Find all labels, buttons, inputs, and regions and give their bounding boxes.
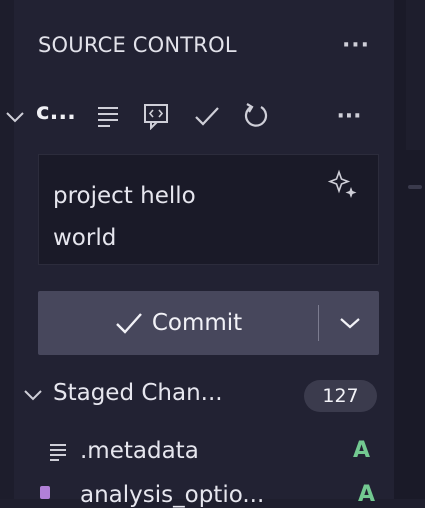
staged-changes-label: Staged Chan... <box>53 380 223 406</box>
file-name: .metadata <box>80 438 199 464</box>
staged-count-badge: 127 <box>304 380 377 412</box>
chevron-down-icon <box>22 382 44 408</box>
more-icon: ··· <box>341 32 371 58</box>
panel-title: SOURCE CONTROL <box>38 33 237 57</box>
chevron-down-icon <box>339 318 360 329</box>
view-as-list-icon[interactable] <box>92 100 124 132</box>
repository-name: c... <box>36 99 76 125</box>
compare-icon[interactable] <box>140 100 172 132</box>
lines-file-icon <box>48 440 72 466</box>
list-item[interactable]: .metadata A <box>0 432 394 474</box>
staged-changes-header[interactable]: Staged Chan... 127 <box>0 374 394 416</box>
editor-edge <box>394 0 425 499</box>
scrollbar-mark[interactable] <box>408 185 422 189</box>
commit-button-group: Commit <box>38 291 379 355</box>
file-status: A <box>353 438 371 463</box>
file-icon <box>40 486 50 499</box>
commit-button-label: Commit <box>151 310 243 336</box>
refresh-icon[interactable] <box>240 100 272 132</box>
commit-message-input[interactable]: project hello world <box>38 154 379 265</box>
more-actions-button[interactable]: ··· <box>336 30 376 60</box>
file-status: A <box>358 482 376 507</box>
sparkle-icon[interactable] <box>327 169 361 203</box>
file-name: analysis_optio... <box>80 482 265 508</box>
check-icon <box>115 313 142 334</box>
editor-tab-area <box>406 0 425 150</box>
commit-dropdown-button[interactable] <box>320 291 379 355</box>
check-icon[interactable] <box>191 100 223 132</box>
chevron-down-icon[interactable] <box>4 102 26 132</box>
more-icon[interactable]: ··· <box>328 100 370 132</box>
commit-message-text[interactable]: project hello world <box>53 175 313 259</box>
panel-header: SOURCE CONTROL <box>38 28 375 62</box>
commit-button[interactable]: Commit <box>38 291 318 355</box>
activity-gutter <box>0 0 14 499</box>
list-item[interactable]: analysis_optio... A <box>0 482 394 508</box>
repository-row[interactable]: c... ··· <box>0 96 394 138</box>
divider <box>318 305 319 341</box>
